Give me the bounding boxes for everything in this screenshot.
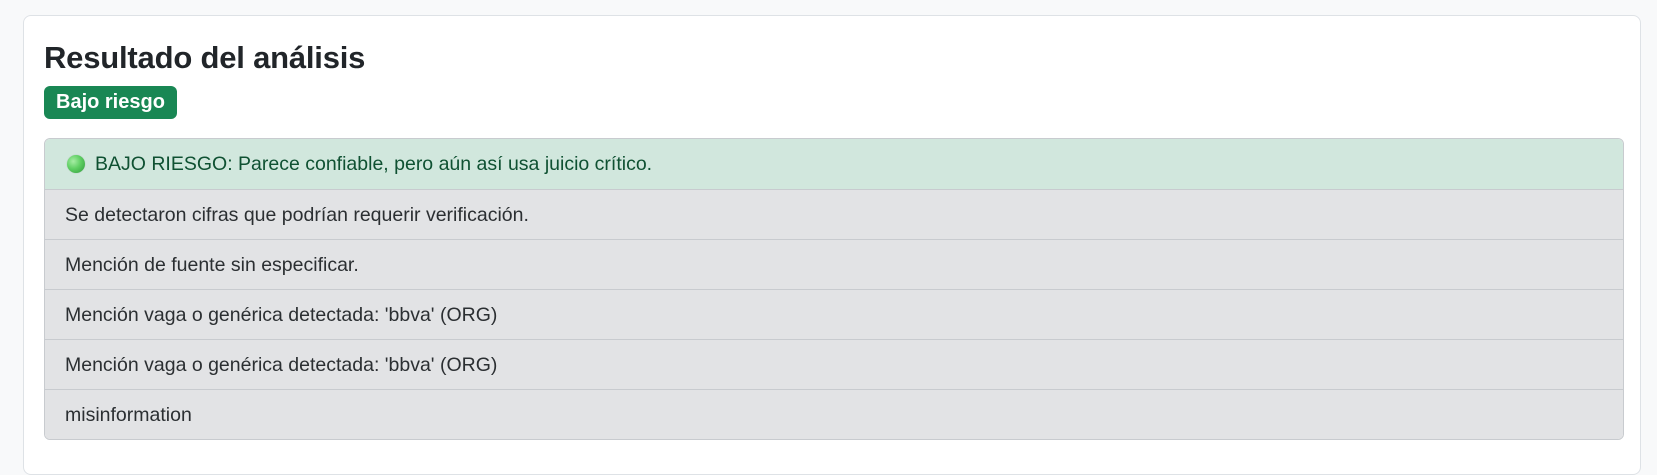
analysis-result-card: Resultado del análisis Bajo riesgo BAJO … xyxy=(23,15,1641,475)
list-item: Mención vaga o genérica detectada: 'bbva… xyxy=(45,339,1623,389)
list-item: misinformation xyxy=(45,389,1623,439)
list-item: Mención de fuente sin especificar. xyxy=(45,239,1623,289)
risk-badge: Bajo riesgo xyxy=(44,86,177,119)
findings-list: BAJO RIESGO: Parece confiable, pero aún … xyxy=(44,138,1624,440)
list-item: Mención vaga o genérica detectada: 'bbva… xyxy=(45,289,1623,339)
risk-summary-item: BAJO RIESGO: Parece confiable, pero aún … xyxy=(45,139,1623,189)
green-circle-icon xyxy=(67,155,85,173)
risk-summary-text: BAJO RIESGO: Parece confiable, pero aún … xyxy=(95,153,653,175)
result-title: Resultado del análisis xyxy=(44,40,366,75)
list-item: Se detectaron cifras que podrían requeri… xyxy=(45,189,1623,239)
